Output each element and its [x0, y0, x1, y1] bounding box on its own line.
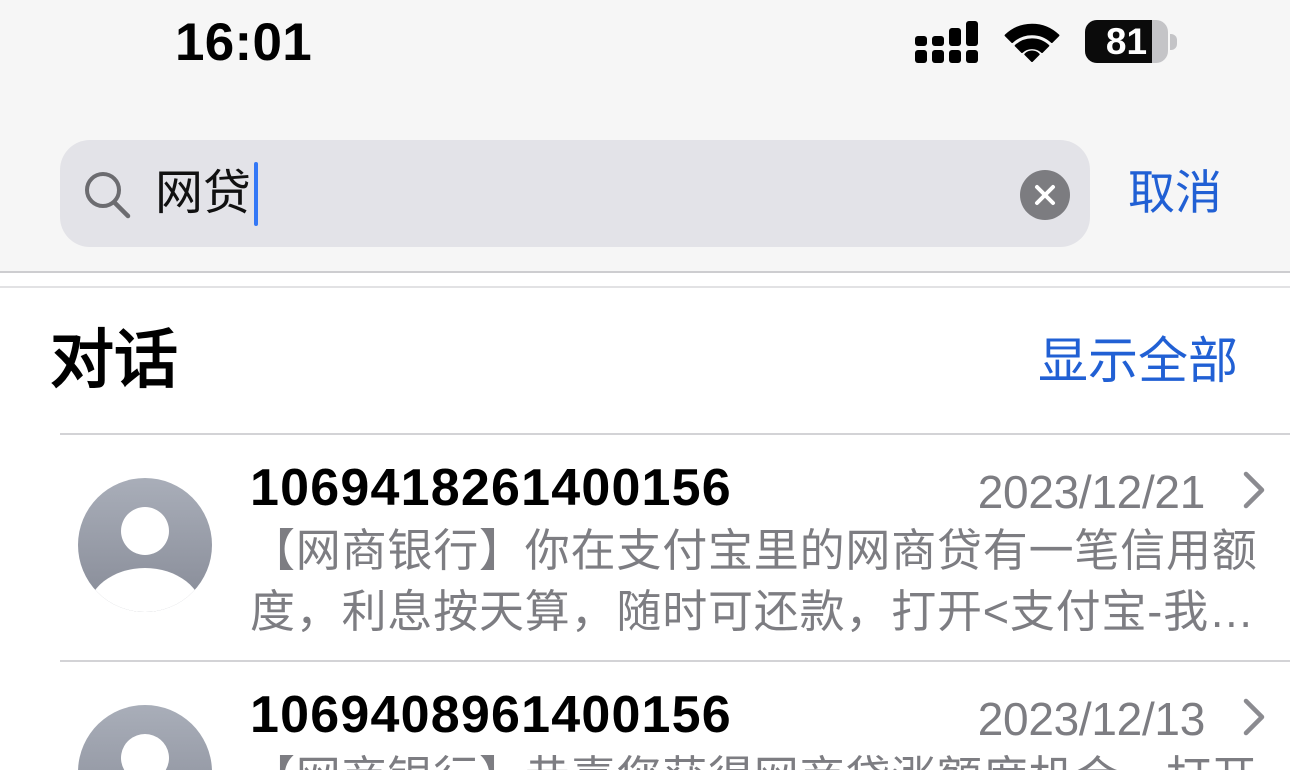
battery-percentage: 81 — [1105, 21, 1148, 62]
battery-icon: 81 — [1085, 20, 1168, 63]
wifi-icon — [1004, 23, 1060, 62]
wifi-dot — [1024, 50, 1040, 62]
sender-name: 1069418261400156 — [250, 459, 732, 517]
section-title: 对话 — [50, 324, 178, 396]
signal-bar — [932, 50, 944, 63]
search-input[interactable]: 网贷 — [155, 162, 995, 226]
signal-bar — [949, 50, 961, 63]
text-cursor — [254, 162, 259, 226]
message-date: 2023/12/13 — [977, 693, 1206, 745]
cellular-signal-icon — [915, 21, 978, 63]
message-preview-line: 度，利息按天算，随时可还款，打开<支付宝-我… — [250, 586, 1255, 637]
wifi-middle-arc — [1014, 38, 1050, 53]
search-field[interactable]: 网贷 — [60, 140, 1090, 247]
chevron-right-icon — [1243, 471, 1265, 509]
message-preview-line: 【网商银行】你在支付宝里的网商贷有一笔信用额 — [250, 525, 1258, 576]
conversation-row[interactable]: 1069418261400156 2023/12/21 【网商银行】你在支付宝里… — [0, 434, 1290, 661]
cancel-button[interactable]: 取消 — [1128, 161, 1222, 225]
conversation-row[interactable]: 1069408961400156 2023/12/13 【网商银行】恭喜您获得网… — [0, 661, 1290, 770]
signal-bar — [966, 50, 978, 63]
chevron-right-icon — [1243, 698, 1265, 736]
header-divider — [0, 271, 1290, 273]
show-all-button[interactable]: 显示全部 — [1038, 326, 1238, 396]
person-head — [121, 507, 169, 555]
search-query-text: 网贷 — [155, 167, 252, 220]
sender-name: 1069408961400156 — [250, 686, 732, 744]
clear-text-icon[interactable] — [1020, 170, 1070, 220]
signal-bar — [915, 36, 927, 46]
message-date: 2023/12/21 — [977, 466, 1206, 518]
message-preview-line: 【网商银行】恭喜您获得网商贷涨额度机会，打开 — [250, 752, 1270, 770]
status-time: 16:01 — [175, 13, 313, 72]
avatar — [78, 705, 212, 770]
signal-bar — [915, 50, 927, 63]
signal-bar — [949, 28, 961, 46]
signal-bar — [966, 21, 978, 46]
header-divider-secondary — [0, 286, 1290, 288]
avatar — [78, 478, 212, 612]
magnifying-glass-icon — [85, 172, 131, 219]
signal-bar — [932, 36, 944, 46]
